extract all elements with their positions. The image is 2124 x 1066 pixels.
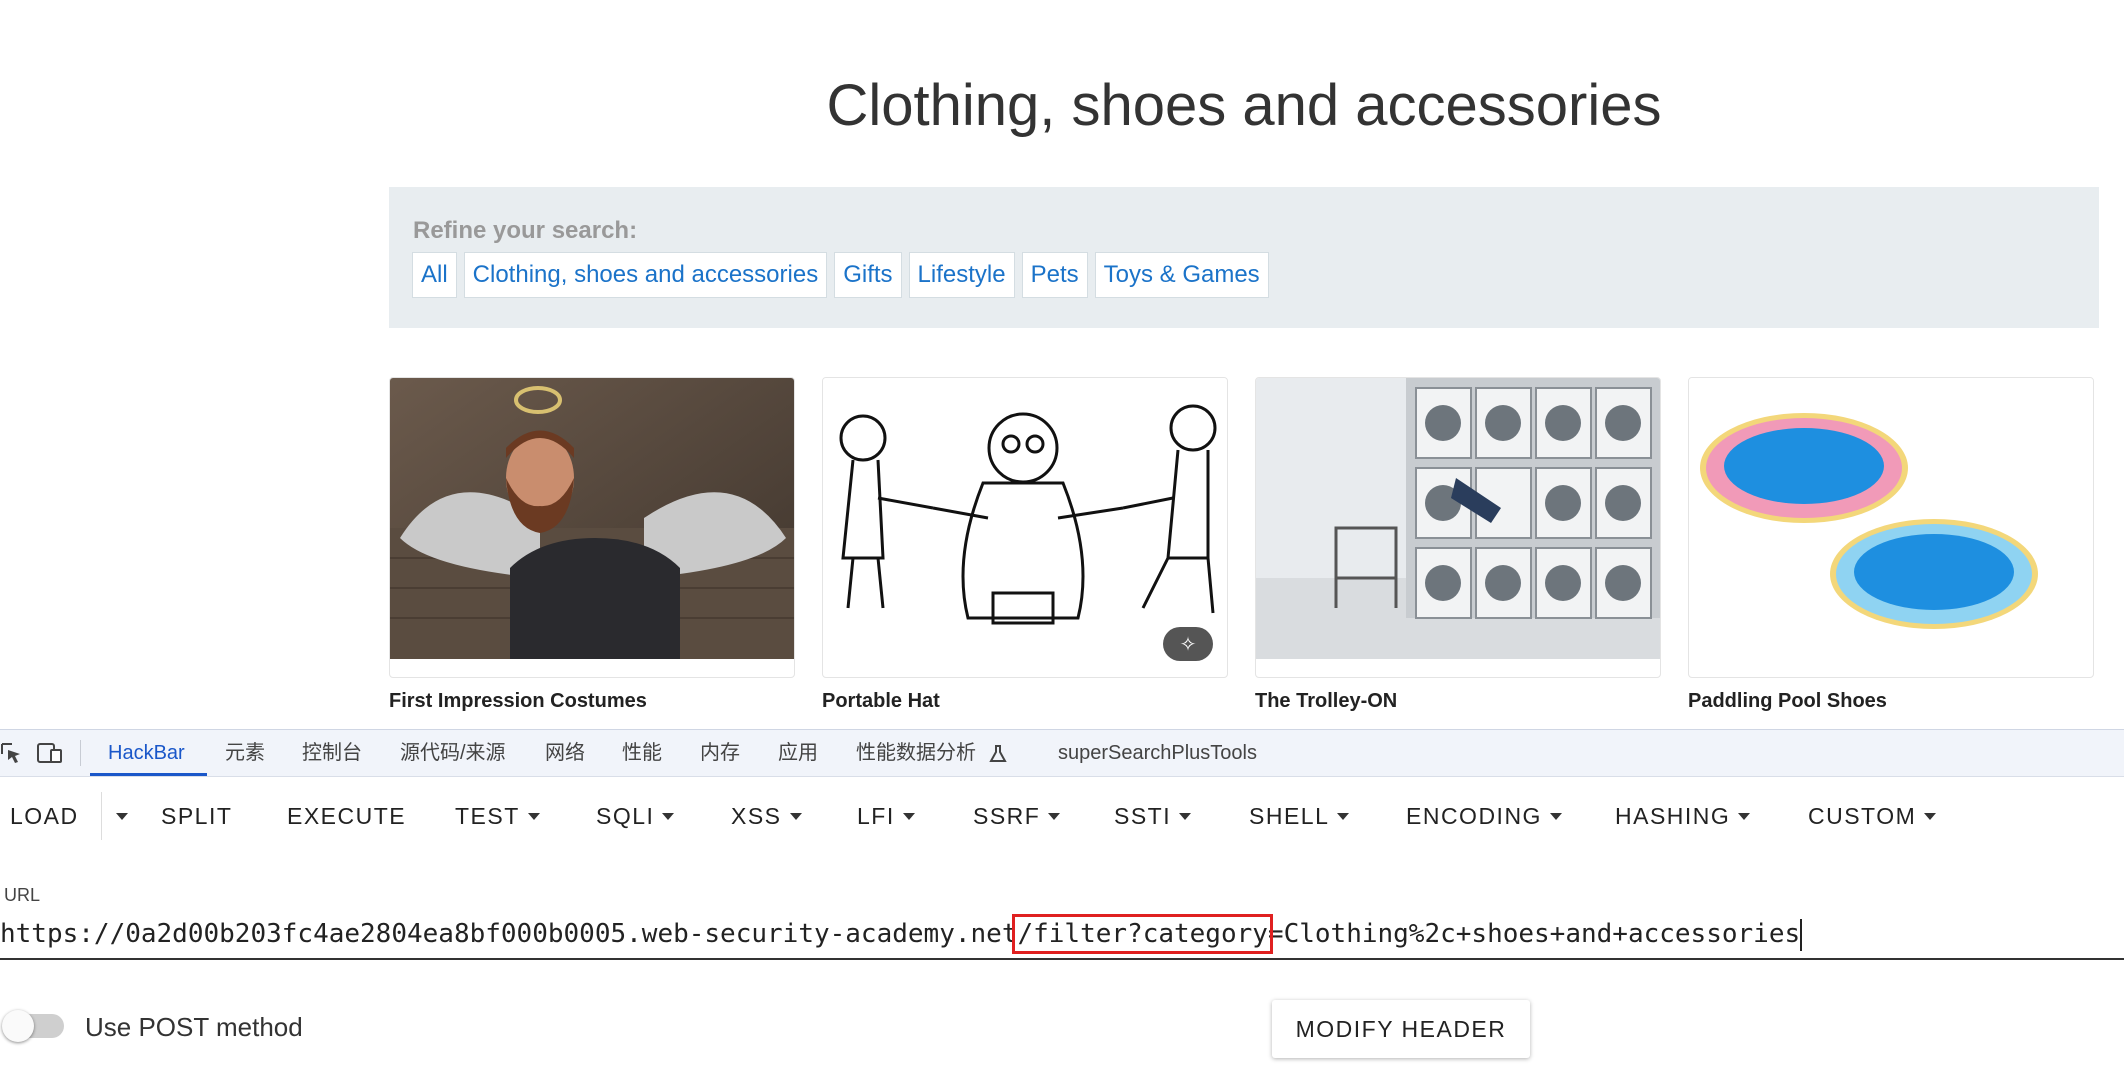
test-menu-button[interactable]: TEST xyxy=(455,780,540,852)
refine-search-panel: Refine your search: All Clothing, shoes … xyxy=(389,187,2099,328)
chevron-down-icon xyxy=(902,812,915,820)
filter-all[interactable]: All xyxy=(412,252,457,298)
chevron-down-icon xyxy=(1549,812,1562,820)
chevron-down-icon xyxy=(789,812,802,820)
magic-wand-icon[interactable]: ✧ xyxy=(1163,627,1213,661)
product-name[interactable]: Paddling Pool Shoes xyxy=(1688,690,1887,713)
url-prefix: https://0a2d00b203fc4ae2804ea8bf000b0005… xyxy=(0,919,1018,949)
tab-performance-insights-label: 性能数据分析 xyxy=(856,742,976,764)
test-menu-label: TEST xyxy=(455,803,520,829)
post-method-label: Use POST method xyxy=(85,1012,303,1042)
product-card-portable-hat[interactable]: ✧ xyxy=(822,377,1228,678)
custom-menu-button[interactable]: CUSTOM xyxy=(1808,780,1937,852)
devtools-tab-bar: HackBar 元素 控制台 源代码/来源 网络 性能 内存 应用 性能数据分析… xyxy=(0,730,2124,777)
chevron-down-icon xyxy=(662,812,675,820)
filter-clothing[interactable]: Clothing, shoes and accessories xyxy=(463,252,828,298)
tab-network[interactable]: 网络 xyxy=(545,730,585,776)
shell-menu-label: SHELL xyxy=(1249,803,1330,829)
execute-button[interactable]: EXECUTE xyxy=(287,780,406,852)
hashing-menu-label: HASHING xyxy=(1615,803,1731,829)
load-button[interactable]: LOAD xyxy=(10,780,79,852)
ssti-menu-label: SSTI xyxy=(1114,803,1172,829)
flask-icon xyxy=(988,744,1007,762)
chevron-down-icon xyxy=(527,812,540,820)
tab-application[interactable]: 应用 xyxy=(778,730,818,776)
tab-supersearchplustools[interactable]: superSearchPlusTools xyxy=(1058,730,1257,776)
url-label: URL xyxy=(4,885,41,905)
product-card-paddling-pool[interactable] xyxy=(1688,377,2094,678)
load-split-divider xyxy=(101,792,102,840)
filter-toys-games[interactable]: Toys & Games xyxy=(1094,252,1269,298)
filter-list: All Clothing, shoes and accessories Gift… xyxy=(412,252,1269,298)
chevron-down-icon xyxy=(1048,812,1061,820)
xss-menu-label: XSS xyxy=(731,803,782,829)
tab-hackbar[interactable]: HackBar xyxy=(108,730,185,776)
product-image-angel-man xyxy=(390,378,794,659)
filter-gifts[interactable]: Gifts xyxy=(834,252,902,298)
active-tab-indicator xyxy=(90,773,207,776)
encoding-menu-button[interactable]: ENCODING xyxy=(1406,780,1562,852)
chevron-down-icon xyxy=(116,812,128,820)
chevron-down-icon xyxy=(1924,812,1937,820)
shell-menu-button[interactable]: SHELL xyxy=(1249,780,1350,852)
product-image-pools xyxy=(1689,378,2093,659)
sqli-menu-button[interactable]: SQLI xyxy=(596,780,675,852)
product-name[interactable]: First Impression Costumes xyxy=(389,690,647,713)
toggle-knob xyxy=(2,1010,34,1042)
chevron-down-icon xyxy=(1337,812,1350,820)
tab-performance[interactable]: 性能 xyxy=(622,730,662,776)
hashing-menu-button[interactable]: HASHING xyxy=(1615,780,1751,852)
filter-pets[interactable]: Pets xyxy=(1021,252,1088,298)
modify-header-button[interactable]: MODIFY HEADER xyxy=(1272,1000,1530,1058)
hackbar-toolbar: LOAD SPLIT EXECUTE TEST SQLI XSS LFI SSR… xyxy=(0,780,2124,852)
encoding-menu-label: ENCODING xyxy=(1406,803,1542,829)
tab-console[interactable]: 控制台 xyxy=(302,730,362,776)
page-title: Clothing, shoes and accessories xyxy=(826,73,1662,138)
tab-memory[interactable]: 内存 xyxy=(700,730,740,776)
tab-sources[interactable]: 源代码/来源 xyxy=(400,730,506,776)
product-card-trolley-on[interactable] xyxy=(1255,377,1661,678)
text-cursor xyxy=(1800,918,1803,951)
device-toolbar-icon[interactable] xyxy=(36,740,64,766)
post-method-toggle[interactable] xyxy=(2,1010,64,1042)
product-image-cartoon xyxy=(823,378,1227,659)
devtools-panel: HackBar 元素 控制台 源代码/来源 网络 性能 内存 应用 性能数据分析… xyxy=(0,729,2124,1066)
ssrf-menu-button[interactable]: SSRF xyxy=(973,780,1061,852)
split-button[interactable]: SPLIT xyxy=(161,780,232,852)
product-name[interactable]: The Trolley-ON xyxy=(1255,690,1397,713)
product-image-laundromat xyxy=(1256,378,1660,659)
load-dropdown-button[interactable] xyxy=(108,780,128,852)
product-name[interactable]: Portable Hat xyxy=(822,690,940,713)
tab-elements[interactable]: 元素 xyxy=(225,730,265,776)
ssti-menu-button[interactable]: SSTI xyxy=(1114,780,1192,852)
sqli-menu-label: SQLI xyxy=(596,803,655,829)
filter-lifestyle[interactable]: Lifestyle xyxy=(908,252,1015,298)
tab-separator xyxy=(80,740,81,766)
url-highlighted-path: /filter?category xyxy=(1012,914,1273,954)
url-field[interactable]: https://0a2d00b203fc4ae2804ea8bf000b0005… xyxy=(0,910,2124,960)
refine-label: Refine your search: xyxy=(413,217,638,244)
chevron-down-icon xyxy=(1738,812,1751,820)
lfi-menu-label: LFI xyxy=(857,803,895,829)
inspect-element-icon[interactable] xyxy=(0,740,28,766)
chevron-down-icon xyxy=(1179,812,1192,820)
xss-menu-button[interactable]: XSS xyxy=(731,780,802,852)
lfi-menu-button[interactable]: LFI xyxy=(857,780,915,852)
url-suffix: =Clothing%2c+shoes+and+accessories xyxy=(1267,919,1801,949)
ssrf-menu-label: SSRF xyxy=(973,803,1041,829)
tab-performance-insights[interactable]: 性能数据分析 xyxy=(856,730,1008,776)
custom-menu-label: CUSTOM xyxy=(1808,803,1917,829)
product-card-first-impression[interactable] xyxy=(389,377,795,678)
